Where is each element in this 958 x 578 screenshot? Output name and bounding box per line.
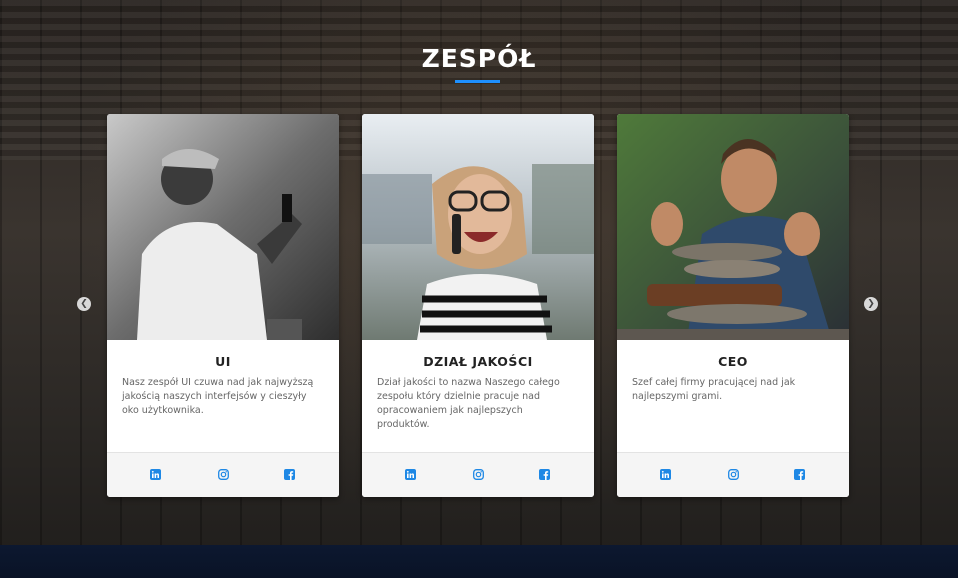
team-card-quality: DZIAŁ JAKOŚCI Dział jakości to nazwa Nas…: [362, 114, 594, 497]
facebook-icon[interactable]: [539, 469, 550, 480]
team-card-ui: UI Nasz zespół UI czuwa nad jak najwyższ…: [107, 114, 339, 497]
title-underline: [455, 80, 500, 83]
chevron-right-icon[interactable]: ❯: [864, 297, 878, 311]
facebook-icon[interactable]: [284, 469, 295, 480]
chevron-left-icon[interactable]: ❮: [77, 297, 91, 311]
team-photo-ceo: [617, 114, 849, 340]
section-title: ZESPÓŁ: [421, 44, 537, 73]
card-description: Nasz zespół UI czuwa nad jak najwyższą j…: [122, 377, 314, 416]
card-social-bar: [107, 452, 339, 497]
card-social-bar: [617, 452, 849, 497]
instagram-icon[interactable]: [218, 469, 229, 480]
facebook-icon[interactable]: [794, 469, 805, 480]
team-card-ceo: CEO Szef całej firmy pracującej nad jak …: [617, 114, 849, 497]
card-description: Szef całej firmy pracującej nad jak najl…: [632, 377, 796, 402]
team-photo-quality: [362, 114, 594, 340]
card-title: UI: [215, 354, 231, 369]
next-section-band: [0, 545, 958, 578]
card-title: DZIAŁ JAKOŚCI: [423, 354, 533, 369]
instagram-icon[interactable]: [473, 469, 484, 480]
linkedin-icon[interactable]: [660, 469, 671, 480]
linkedin-icon[interactable]: [405, 469, 416, 480]
instagram-icon[interactable]: [728, 469, 739, 480]
team-photo-ui: [107, 114, 339, 340]
card-title: CEO: [718, 354, 748, 369]
card-description: Dział jakości to nazwa Naszego całego ze…: [377, 377, 560, 430]
card-social-bar: [362, 452, 594, 497]
linkedin-icon[interactable]: [150, 469, 161, 480]
